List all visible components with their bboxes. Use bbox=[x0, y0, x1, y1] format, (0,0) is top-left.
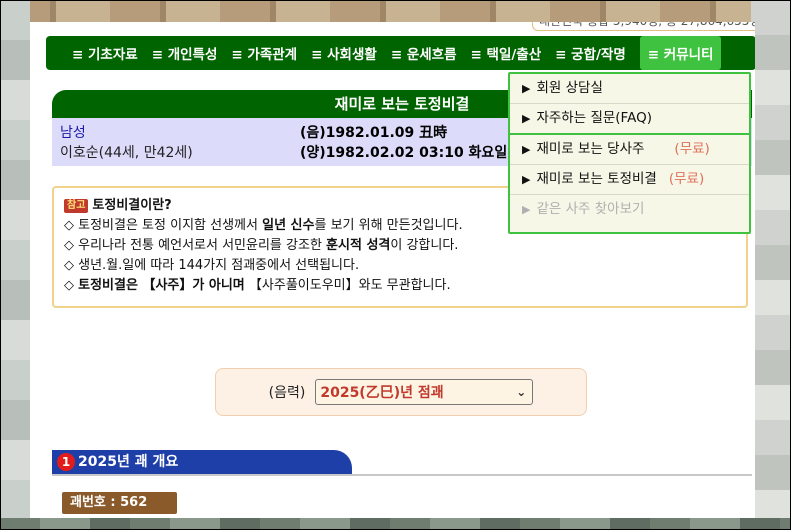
year-selector-panel: (음력) 2025(乙巳)년 점괘 ⌄ bbox=[215, 368, 587, 416]
note-emphasis: 일년 신수 bbox=[262, 218, 315, 233]
community-dropdown: ▶ 회원 상담실 ▶ 자주하는 질문(FAQ) ▶ 재미로 보는 당사주 (무료) ▶ 재… bbox=[508, 72, 751, 234]
menu-item-counsel[interactable]: ▶ 회원 상담실 bbox=[510, 74, 749, 104]
lunar-birth: (음)1982.01.09 丑時 bbox=[300, 125, 448, 141]
note-text: 【사주풀이도우미】와도 무관합니다. bbox=[244, 278, 451, 293]
note-text: ◇ 우리나라 전통 예언서로서 서민윤리를 강조한 bbox=[64, 238, 327, 253]
menu-item-same-saju[interactable]: ▶ 같은 사주 찾아보기 bbox=[510, 195, 749, 224]
nav-personal-traits[interactable]: ≡ 개인특성 bbox=[152, 43, 218, 63]
nav-basic-data[interactable]: ≡ 기초자료 bbox=[72, 43, 138, 63]
triangle-right-icon: ▶ bbox=[522, 82, 531, 95]
menu-item-label: 자주하는 질문(FAQ) bbox=[536, 110, 652, 126]
section-divider bbox=[52, 474, 752, 476]
year-select-value: 2025(乙巳)년 점괘 bbox=[320, 385, 444, 401]
note-line: ◇ 생년.월.일에 따라 144가지 점괘중에서 선택됩니다. bbox=[64, 256, 736, 276]
wood-right bbox=[751, 0, 791, 530]
main-nav: ≡ 기초자료 ≡ 개인특성 ≡ 가족관계 ≡ 사회생활 ≡ 운세흐름 ≡ 택일/… bbox=[46, 36, 755, 70]
note-line: ◇ 토정비결은 【사주】가 아니며 【사주풀이도우미】와도 무관합니다. bbox=[64, 276, 736, 296]
chevron-down-icon: ⌄ bbox=[516, 385, 527, 399]
note-title: 토정비결이란? bbox=[92, 198, 172, 213]
menu-item-label: 같은 사주 찾아보기 bbox=[536, 201, 645, 217]
triangle-right-icon: ▶ bbox=[522, 112, 531, 125]
note-text: 를 보기 위해 만든것입니다. bbox=[314, 218, 463, 233]
nav-compat-naming[interactable]: ≡ 궁합/작명 bbox=[555, 43, 626, 63]
nav-fortune-flow[interactable]: ≡ 운세흐름 bbox=[391, 43, 457, 63]
nav-community[interactable]: ≡ 커뮤니티 bbox=[639, 36, 722, 70]
solar-birth: (양)1982.02.02 03:10 화요일 bbox=[300, 145, 508, 161]
nav-date-birth[interactable]: ≡ 택일/출산 bbox=[471, 43, 542, 63]
free-label: (무료) bbox=[668, 171, 705, 187]
triangle-right-icon: ▶ bbox=[522, 143, 531, 156]
note-emphasis: 토정비결은 【사주】가 아니며 bbox=[78, 278, 245, 293]
menu-item-dangsaju[interactable]: ▶ 재미로 보는 당사주 (무료) bbox=[510, 135, 749, 165]
wood-bottom bbox=[0, 518, 791, 530]
wood-top bbox=[0, 0, 791, 22]
section-title: 2025년 괘 개요 bbox=[78, 454, 179, 470]
visitor-count: 대한민국 통합 5,940명, 총 27,864,655명 bbox=[532, 22, 755, 31]
note-badge: 참고 bbox=[64, 199, 89, 213]
nav-social-life[interactable]: ≡ 사회생활 bbox=[311, 43, 377, 63]
menu-item-label: 재미로 보는 당사주 bbox=[536, 141, 645, 157]
nav-family[interactable]: ≡ 가족관계 bbox=[231, 43, 297, 63]
gwae-number: 괘번호 : 562 bbox=[62, 492, 177, 514]
note-line: ◇ 우리나라 전통 예언서로서 서민윤리를 강조한 훈시적 성격이 강합니다. bbox=[64, 236, 736, 256]
section-header: 1 2025년 괘 개요 bbox=[52, 450, 352, 474]
note-text: ◇ 생년.월.일에 따라 144가지 점괘중에서 선택됩니다. bbox=[64, 258, 360, 273]
wood-left bbox=[0, 0, 30, 530]
person-gender: 남성 bbox=[60, 125, 86, 141]
note-emphasis: 훈시적 성격 bbox=[326, 238, 391, 253]
free-label: (무료) bbox=[674, 141, 710, 157]
page-content: 대한민국 통합 5,940명, 총 27,864,655명 ≡ 기초자료 ≡ 개… bbox=[30, 22, 755, 518]
note-text: 이 강합니다. bbox=[390, 238, 459, 253]
menu-item-tojeong[interactable]: ▶ 재미로 보는 토정비결 (무료) bbox=[510, 165, 749, 195]
person-name: 이호순(44세, 만42세) bbox=[60, 145, 193, 161]
menu-item-label: 재미로 보는 토정비결 bbox=[536, 171, 657, 187]
triangle-right-icon: ▶ bbox=[522, 203, 531, 216]
menu-item-label: 회원 상담실 bbox=[536, 80, 603, 96]
year-select[interactable]: 2025(乙巳)년 점괘 ⌄ bbox=[315, 379, 534, 405]
selector-label: (음력) bbox=[268, 385, 306, 401]
note-text: ◇ 토정비결은 토정 이지함 선생께서 bbox=[64, 218, 263, 233]
section-number: 1 bbox=[57, 453, 75, 471]
menu-item-faq[interactable]: ▶ 자주하는 질문(FAQ) bbox=[510, 104, 749, 135]
note-text: ◇ bbox=[64, 278, 79, 293]
triangle-right-icon: ▶ bbox=[522, 173, 531, 186]
